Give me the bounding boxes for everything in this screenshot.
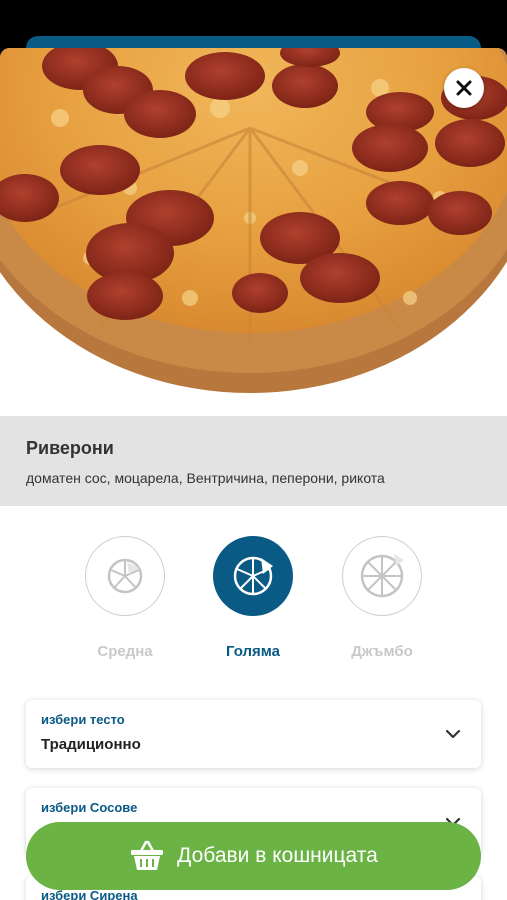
pizza-image: [0, 48, 507, 393]
product-ingredients: доматен сос, моцарела, Вентричина, пепер…: [26, 470, 385, 486]
dough-select[interactable]: избери тесто Традиционно: [26, 700, 481, 768]
sauces-select-caption: избери Сосове: [41, 800, 138, 815]
basket-icon: [131, 840, 164, 870]
close-icon: [456, 80, 472, 96]
size-label-large: Голяма: [225, 643, 281, 660]
pizza-large-icon: [233, 556, 273, 596]
size-label-jumbo: Джъмбо: [351, 643, 413, 660]
product-image: [0, 48, 507, 416]
product-info: Риверони доматен сос, моцарела, Вентричи…: [0, 416, 507, 506]
add-to-cart-label: Добави в кошницата: [177, 844, 378, 867]
size-label-medium: Средна: [97, 643, 153, 660]
add-to-cart-button[interactable]: Добави в кошницата: [26, 822, 481, 890]
product-title: Риверони: [26, 438, 114, 458]
size-option-large-circle: [213, 536, 293, 616]
size-option-large[interactable]: Голяма: [213, 536, 293, 660]
product-sheet: Риверони доматен сос, моцарела, Вентричи…: [0, 48, 507, 900]
dough-select-caption: избери тесто: [41, 712, 125, 727]
dough-select-value: Традиционно: [41, 736, 141, 753]
size-option-jumbo-circle: [342, 536, 422, 616]
pizza-jumbo-icon: [360, 554, 404, 598]
size-option-jumbo[interactable]: Джъмбо: [342, 536, 422, 660]
chevron-down-icon: [445, 729, 461, 739]
size-option-medium[interactable]: Средна: [85, 536, 165, 660]
pizza-medium-icon: [107, 558, 143, 594]
close-button[interactable]: [444, 68, 484, 108]
size-option-medium-circle: [85, 536, 165, 616]
